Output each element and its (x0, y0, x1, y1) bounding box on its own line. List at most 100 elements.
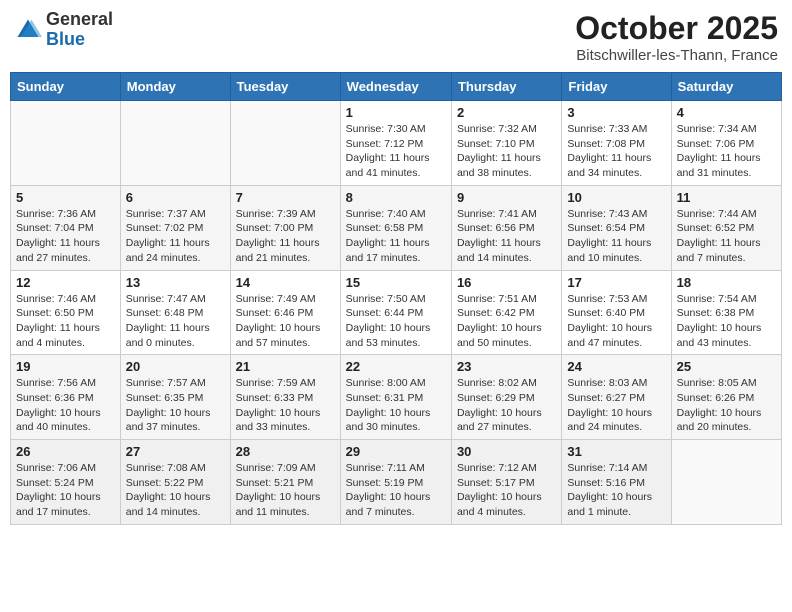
day-number: 9 (457, 190, 556, 205)
calendar-day-cell: 8 Sunrise: 7:40 AM Sunset: 6:58 PM Daylig… (340, 185, 451, 270)
calendar-day-cell: 16 Sunrise: 7:51 AM Sunset: 6:42 PM Dayli… (451, 270, 561, 355)
day-info: Sunrise: 7:14 AM Sunset: 5:16 PM Dayligh… (567, 461, 665, 520)
day-info: Sunrise: 7:37 AM Sunset: 7:02 PM Dayligh… (126, 207, 225, 266)
day-info: Sunrise: 7:34 AM Sunset: 7:06 PM Dayligh… (677, 122, 776, 181)
logo-icon (14, 16, 42, 44)
calendar-day-cell (120, 101, 230, 186)
month-title: October 2025 (575, 10, 778, 47)
day-number: 15 (346, 275, 446, 290)
calendar-day-cell: 7Sunrise: 7:39 AM Sunset: 7:00 PM Daylig… (230, 185, 340, 270)
weekday-header: Tuesday (230, 73, 340, 101)
day-number: 11 (677, 190, 776, 205)
calendar-day-cell: 15 Sunrise: 7:50 AM Sunset: 6:44 PM Dayli… (340, 270, 451, 355)
day-info: Sunrise: 7:09 AM Sunset: 5:21 PM Dayligh… (236, 461, 335, 520)
day-info: Sunrise: 7:46 AM Sunset: 6:50 PM Dayligh… (16, 292, 115, 351)
calendar-day-cell: 4 Sunrise: 7:34 AM Sunset: 7:06 PM Daylig… (671, 101, 781, 186)
day-info: Sunrise: 7:50 AM Sunset: 6:44 PM Dayligh… (346, 292, 446, 351)
day-info: Sunrise: 7:56 AM Sunset: 6:36 PM Dayligh… (16, 376, 115, 435)
day-info: Sunrise: 7:54 AM Sunset: 6:38 PM Dayligh… (677, 292, 776, 351)
day-number: 24 (567, 359, 665, 374)
calendar-day-cell: 21Sunrise: 7:59 AM Sunset: 6:33 PM Dayli… (230, 355, 340, 440)
calendar-day-cell: 26Sunrise: 7:06 AM Sunset: 5:24 PM Dayli… (11, 440, 121, 525)
logo: General Blue (14, 10, 113, 50)
day-info: Sunrise: 8:00 AM Sunset: 6:31 PM Dayligh… (346, 376, 446, 435)
day-number: 16 (457, 275, 556, 290)
day-number: 13 (126, 275, 225, 290)
day-number: 8 (346, 190, 446, 205)
logo-blue-text: Blue (46, 30, 113, 50)
day-number: 17 (567, 275, 665, 290)
day-number: 26 (16, 444, 115, 459)
calendar-day-cell: 13 Sunrise: 7:47 AM Sunset: 6:48 PM Dayli… (120, 270, 230, 355)
day-info: Sunrise: 7:30 AM Sunset: 7:12 PM Dayligh… (346, 122, 446, 181)
day-info: Sunrise: 7:47 AM Sunset: 6:48 PM Dayligh… (126, 292, 225, 351)
day-number: 30 (457, 444, 556, 459)
calendar-day-cell: 18 Sunrise: 7:54 AM Sunset: 6:38 PM Dayli… (671, 270, 781, 355)
calendar-day-cell: 9 Sunrise: 7:41 AM Sunset: 6:56 PM Daylig… (451, 185, 561, 270)
day-info: Sunrise: 7:36 AM Sunset: 7:04 PM Dayligh… (16, 207, 115, 266)
day-info: Sunrise: 8:03 AM Sunset: 6:27 PM Dayligh… (567, 376, 665, 435)
weekday-header: Thursday (451, 73, 561, 101)
calendar-day-cell (11, 101, 121, 186)
day-number: 27 (126, 444, 225, 459)
day-info: Sunrise: 7:40 AM Sunset: 6:58 PM Dayligh… (346, 207, 446, 266)
weekday-header: Wednesday (340, 73, 451, 101)
calendar-week-row: 19 Sunrise: 7:56 AM Sunset: 6:36 PM Dayli… (11, 355, 782, 440)
weekday-header-row: SundayMondayTuesdayWednesdayThursdayFrid… (11, 73, 782, 101)
calendar-day-cell: 10Sunrise: 7:43 AM Sunset: 6:54 PM Dayli… (562, 185, 671, 270)
calendar-week-row: 1Sunrise: 7:30 AM Sunset: 7:12 PM Daylig… (11, 101, 782, 186)
calendar-day-cell: 24 Sunrise: 8:03 AM Sunset: 6:27 PM Dayli… (562, 355, 671, 440)
day-number: 23 (457, 359, 556, 374)
day-number: 21 (236, 359, 335, 374)
calendar-day-cell: 31 Sunrise: 7:14 AM Sunset: 5:16 PM Dayli… (562, 440, 671, 525)
calendar-day-cell (671, 440, 781, 525)
day-number: 7 (236, 190, 335, 205)
day-info: Sunrise: 8:02 AM Sunset: 6:29 PM Dayligh… (457, 376, 556, 435)
weekday-header: Sunday (11, 73, 121, 101)
day-info: Sunrise: 7:44 AM Sunset: 6:52 PM Dayligh… (677, 207, 776, 266)
day-info: Sunrise: 7:11 AM Sunset: 5:19 PM Dayligh… (346, 461, 446, 520)
day-info: Sunrise: 7:49 AM Sunset: 6:46 PM Dayligh… (236, 292, 335, 351)
calendar-day-cell: 28Sunrise: 7:09 AM Sunset: 5:21 PM Dayli… (230, 440, 340, 525)
calendar-table: SundayMondayTuesdayWednesdayThursdayFrid… (10, 72, 782, 525)
calendar-day-cell: 5 Sunrise: 7:36 AM Sunset: 7:04 PM Daylig… (11, 185, 121, 270)
day-number: 31 (567, 444, 665, 459)
day-number: 5 (16, 190, 115, 205)
day-number: 10 (567, 190, 665, 205)
logo-general-text: General (46, 10, 113, 30)
calendar-day-cell: 22 Sunrise: 8:00 AM Sunset: 6:31 PM Dayli… (340, 355, 451, 440)
day-number: 12 (16, 275, 115, 290)
calendar-day-cell: 19 Sunrise: 7:56 AM Sunset: 6:36 PM Dayli… (11, 355, 121, 440)
day-number: 19 (16, 359, 115, 374)
day-info: Sunrise: 7:51 AM Sunset: 6:42 PM Dayligh… (457, 292, 556, 351)
day-info: Sunrise: 7:41 AM Sunset: 6:56 PM Dayligh… (457, 207, 556, 266)
day-number: 18 (677, 275, 776, 290)
calendar-day-cell: 6Sunrise: 7:37 AM Sunset: 7:02 PM Daylig… (120, 185, 230, 270)
calendar-week-row: 26Sunrise: 7:06 AM Sunset: 5:24 PM Dayli… (11, 440, 782, 525)
day-info: Sunrise: 7:57 AM Sunset: 6:35 PM Dayligh… (126, 376, 225, 435)
calendar-day-cell: 23 Sunrise: 8:02 AM Sunset: 6:29 PM Dayli… (451, 355, 561, 440)
calendar-day-cell: 20 Sunrise: 7:57 AM Sunset: 6:35 PM Dayli… (120, 355, 230, 440)
weekday-header: Friday (562, 73, 671, 101)
day-info: Sunrise: 7:12 AM Sunset: 5:17 PM Dayligh… (457, 461, 556, 520)
calendar-day-cell: 12 Sunrise: 7:46 AM Sunset: 6:50 PM Dayli… (11, 270, 121, 355)
title-block: October 2025 Bitschwiller-les-Thann, Fra… (575, 10, 778, 64)
day-info: Sunrise: 7:33 AM Sunset: 7:08 PM Dayligh… (567, 122, 665, 181)
day-info: Sunrise: 8:05 AM Sunset: 6:26 PM Dayligh… (677, 376, 776, 435)
calendar-day-cell (230, 101, 340, 186)
day-number: 3 (567, 105, 665, 120)
calendar-day-cell: 25Sunrise: 8:05 AM Sunset: 6:26 PM Dayli… (671, 355, 781, 440)
day-number: 29 (346, 444, 446, 459)
calendar-day-cell: 1Sunrise: 7:30 AM Sunset: 7:12 PM Daylig… (340, 101, 451, 186)
calendar-day-cell: 27Sunrise: 7:08 AM Sunset: 5:22 PM Dayli… (120, 440, 230, 525)
calendar-day-cell: 3 Sunrise: 7:33 AM Sunset: 7:08 PM Daylig… (562, 101, 671, 186)
calendar-week-row: 5 Sunrise: 7:36 AM Sunset: 7:04 PM Daylig… (11, 185, 782, 270)
day-number: 14 (236, 275, 335, 290)
day-number: 20 (126, 359, 225, 374)
calendar-week-row: 12 Sunrise: 7:46 AM Sunset: 6:50 PM Dayli… (11, 270, 782, 355)
day-number: 4 (677, 105, 776, 120)
calendar-day-cell: 11 Sunrise: 7:44 AM Sunset: 6:52 PM Dayli… (671, 185, 781, 270)
day-number: 22 (346, 359, 446, 374)
page-header: General Blue October 2025 Bitschwiller-l… (10, 10, 782, 64)
day-info: Sunrise: 7:53 AM Sunset: 6:40 PM Dayligh… (567, 292, 665, 351)
